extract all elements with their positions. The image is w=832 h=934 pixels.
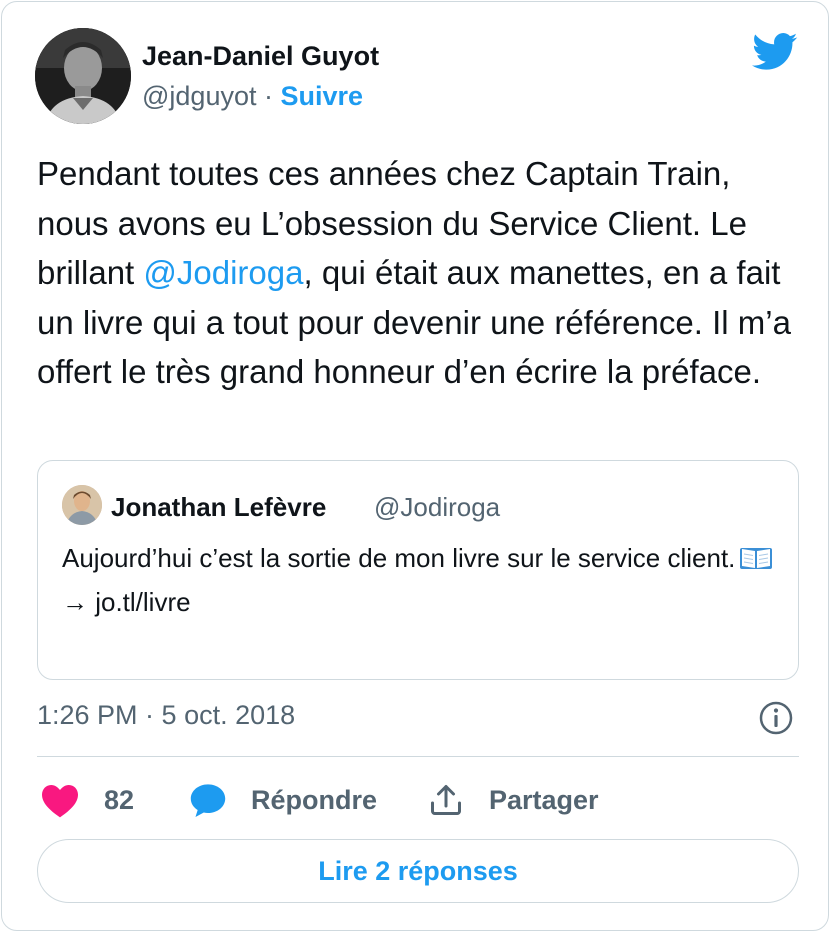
author-avatar[interactable] [35,28,131,124]
follow-link[interactable]: Suivre [281,81,364,111]
quoted-author-handle: @Jodiroga [374,492,501,522]
tweet-card: Jean-Daniel Guyot @jdguyot · Suivre Pend… [1,1,829,931]
share-upload-icon [431,785,461,815]
reply-label: Répondre [251,784,378,815]
quoted-line1: Aujourd’hui c’est la sortie de mon livre… [62,543,736,573]
quoted-author-avatar [62,485,102,525]
quoted-link[interactable]: → jo.tl/livre [62,582,782,622]
quoted-tweet[interactable]: Jonathan Lefèvre @Jodiroga Aujourd’hui c… [37,460,799,680]
handle-separator: · [264,81,273,111]
speech-bubble-icon [190,784,226,818]
quoted-author-name: Jonathan Lefèvre [111,492,327,522]
read-replies-button[interactable]: Lire 2 réponses [37,839,799,903]
share-button[interactable]: Partager [427,780,599,820]
tweet-timestamp[interactable]: 1:26 PM · 5 oct. 2018 [37,700,295,731]
mention-link[interactable]: @Jodiroga [143,254,303,291]
author-avatar-image [35,28,131,124]
author-name[interactable]: Jean-Daniel Guyot [142,41,379,72]
info-icon[interactable] [758,700,794,736]
heart-icon [42,784,78,818]
twitter-bird-icon[interactable] [752,32,798,72]
like-count: 82 [104,784,135,815]
quoted-tweet-text: Aujourd’hui c’est la sortie de mon livre… [62,538,782,622]
share-label: Partager [489,784,599,815]
reply-button[interactable]: Répondre [189,780,377,820]
quoted-avatar-image [62,485,102,525]
author-handle-row: @jdguyot · Suivre [142,81,363,112]
tweet-text: Pendant toutes ces années chez Captain T… [37,149,807,397]
like-button[interactable]: 82 [40,780,134,820]
author-handle[interactable]: @jdguyot [142,81,256,111]
divider [37,756,799,757]
open-book-icon [739,542,773,582]
